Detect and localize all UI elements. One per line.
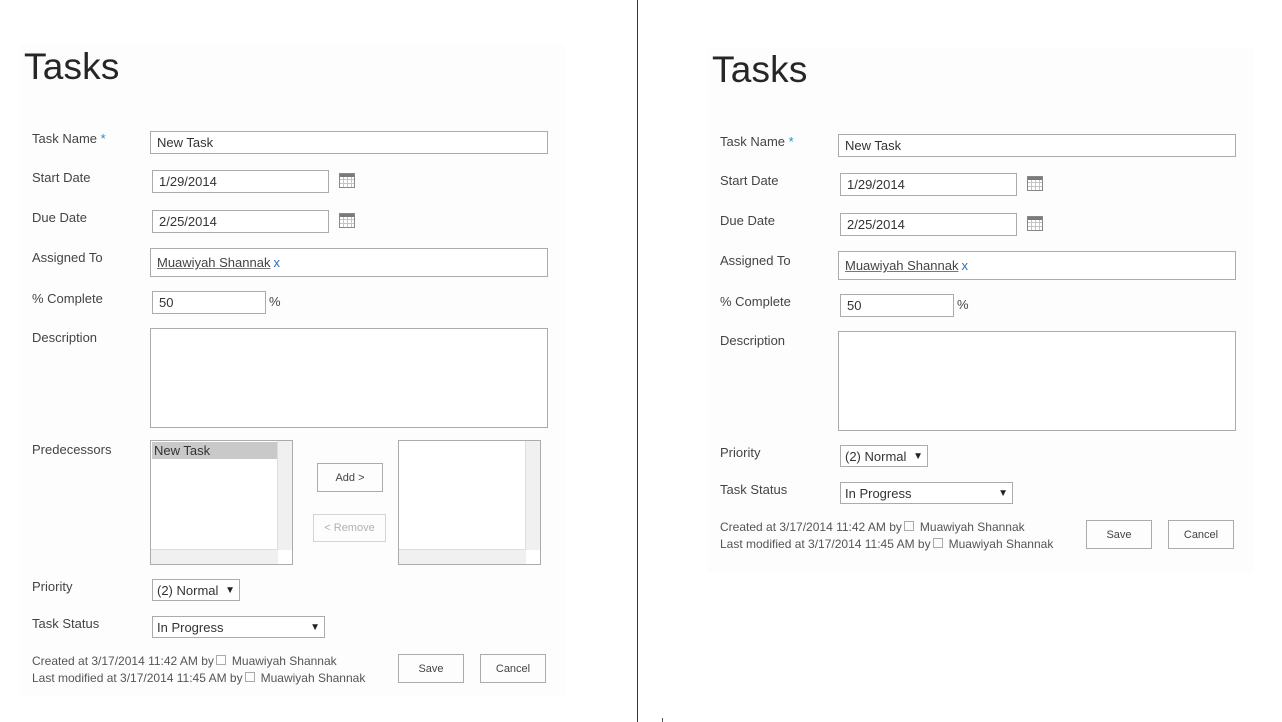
- task-status-label: Task Status: [720, 482, 788, 497]
- assigned-person[interactable]: Muawiyah Shannak: [157, 255, 270, 270]
- required-indicator: *: [100, 131, 106, 146]
- calendar-icon[interactable]: [339, 173, 355, 188]
- cancel-button[interactable]: Cancel: [480, 654, 546, 683]
- calendar-icon[interactable]: [1027, 176, 1043, 191]
- assigned-to-picker[interactable]: Muawiyah Shannak x: [838, 251, 1236, 280]
- percent-complete-label: % Complete: [32, 291, 103, 306]
- task-name-input[interactable]: New Task: [150, 131, 548, 154]
- assigned-to-label: Assigned To: [32, 250, 103, 265]
- remove-person-button[interactable]: x: [273, 255, 280, 270]
- priority-select[interactable]: (2) Normal ▼: [840, 445, 928, 467]
- created-by-name[interactable]: Muawiyah Shannak: [232, 654, 337, 668]
- save-button[interactable]: Save: [1086, 520, 1152, 549]
- assigned-to-label: Assigned To: [720, 253, 791, 268]
- assigned-to-picker[interactable]: Muawiyah Shannak x: [150, 248, 548, 277]
- modified-info: Last modified at 3/17/2014 11:45 AM by Mu…: [720, 537, 1054, 551]
- predecessors-available-list[interactable]: New Task: [150, 440, 293, 565]
- required-indicator: *: [788, 134, 794, 149]
- list-item[interactable]: New Task: [152, 442, 279, 459]
- modified-by-name[interactable]: Muawiyah Shannak: [949, 537, 1054, 551]
- due-date-input[interactable]: 2/25/2014: [152, 210, 329, 233]
- percent-complete-input[interactable]: 50: [840, 294, 954, 317]
- cancel-button[interactable]: Cancel: [1168, 520, 1234, 549]
- chevron-down-icon: ▼: [310, 621, 320, 633]
- created-info: Created at 3/17/2014 11:42 AM by Muawiyah…: [32, 654, 337, 668]
- priority-label: Priority: [32, 579, 73, 594]
- predecessors-selected-list[interactable]: [398, 440, 541, 565]
- presence-icon: [215, 655, 226, 665]
- remove-button[interactable]: < Remove: [313, 514, 386, 542]
- start-date-input[interactable]: 1/29/2014: [840, 173, 1017, 196]
- priority-select[interactable]: (2) Normal ▼: [152, 579, 240, 601]
- task-status-select[interactable]: In Progress ▼: [840, 482, 1013, 504]
- start-date-input[interactable]: 1/29/2014: [152, 170, 329, 193]
- chevron-down-icon: ▼: [998, 487, 1008, 499]
- calendar-icon[interactable]: [1027, 216, 1043, 231]
- task-name-label: Task Name *: [720, 134, 794, 149]
- vertical-scrollbar[interactable]: [277, 441, 292, 550]
- assigned-person[interactable]: Muawiyah Shannak: [845, 258, 958, 273]
- predecessors-label: Predecessors: [32, 442, 112, 457]
- percent-complete-input[interactable]: 50: [152, 291, 266, 314]
- due-date-input[interactable]: 2/25/2014: [840, 213, 1017, 236]
- presence-icon: [903, 521, 914, 531]
- scrollbar-corner: [278, 550, 292, 564]
- page-title: Tasks: [24, 46, 120, 87]
- due-date-label: Due Date: [720, 213, 775, 228]
- divider-tick: [662, 718, 663, 722]
- scrollbar-corner: [526, 550, 540, 564]
- remove-person-button[interactable]: x: [961, 258, 968, 273]
- created-info: Created at 3/17/2014 11:42 AM by Muawiyah…: [720, 520, 1025, 534]
- description-label: Description: [32, 330, 98, 345]
- presence-icon: [932, 538, 943, 548]
- save-button[interactable]: Save: [398, 654, 464, 683]
- add-button[interactable]: Add >: [317, 463, 383, 492]
- description-label: Description: [720, 333, 786, 348]
- description-textarea[interactable]: [150, 328, 548, 428]
- page-title: Tasks: [712, 49, 808, 90]
- task-status-label: Task Status: [32, 616, 100, 631]
- start-date-label: Start Date: [720, 173, 779, 188]
- calendar-icon[interactable]: [339, 213, 355, 228]
- modified-info: Last modified at 3/17/2014 11:45 AM by Mu…: [32, 671, 366, 685]
- chevron-down-icon: ▼: [913, 450, 923, 462]
- priority-label: Priority: [720, 445, 761, 460]
- presence-icon: [244, 672, 255, 682]
- task-name-label: Task Name *: [32, 131, 106, 146]
- percent-complete-label: % Complete: [720, 294, 791, 309]
- chevron-down-icon: ▼: [225, 584, 235, 596]
- percent-unit: %: [957, 297, 969, 312]
- start-date-label: Start Date: [32, 170, 91, 185]
- horizontal-scrollbar[interactable]: [151, 549, 278, 564]
- horizontal-scrollbar[interactable]: [399, 549, 526, 564]
- vertical-scrollbar[interactable]: [525, 441, 540, 550]
- task-name-input[interactable]: New Task: [838, 134, 1236, 157]
- percent-unit: %: [269, 294, 281, 309]
- screen-divider: [637, 0, 638, 722]
- task-status-select[interactable]: In Progress ▼: [152, 616, 325, 638]
- due-date-label: Due Date: [32, 210, 87, 225]
- created-by-name[interactable]: Muawiyah Shannak: [920, 520, 1025, 534]
- modified-by-name[interactable]: Muawiyah Shannak: [261, 671, 366, 685]
- description-textarea[interactable]: [838, 331, 1236, 431]
